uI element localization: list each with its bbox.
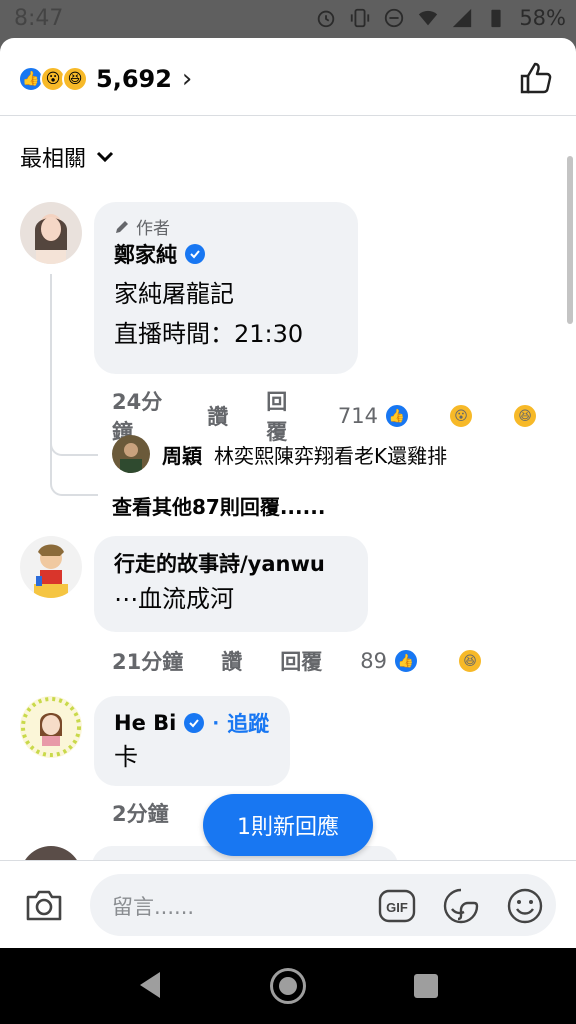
- comment-line: 直播時間：21:30: [114, 320, 304, 348]
- back-icon[interactable]: [136, 970, 162, 1000]
- comment-bubble[interactable]: 作者 鄭家純 家純屠龍記 直播時間：21:30: [94, 202, 358, 374]
- battery-percent: 58%: [519, 6, 566, 30]
- like-reaction-icon: 👍: [384, 403, 410, 429]
- haha-reaction-icon: 😆: [62, 66, 88, 92]
- sort-dropdown[interactable]: 最相關: [20, 141, 114, 173]
- comment-meta: 21分鐘 讚 回覆 89 👍 😆: [112, 646, 521, 676]
- comment-text: 卡: [114, 740, 270, 774]
- comment-line: 家純屠龍記: [114, 280, 234, 308]
- new-replies-button[interactable]: 1則新回應: [203, 794, 373, 856]
- reply-button[interactable]: 回覆: [280, 646, 322, 676]
- gif-icon[interactable]: GIF: [378, 887, 416, 925]
- comment-author[interactable]: He Bi · 追蹤: [114, 708, 270, 738]
- comment-text: 家純屠龍記 直播時間：21:30: [114, 277, 338, 351]
- avatar[interactable]: [20, 696, 82, 758]
- comment-text: ⋯血流成河: [114, 582, 348, 616]
- vibrate-icon: [351, 8, 370, 28]
- reaction-icons[interactable]: 👍 😆: [392, 648, 521, 674]
- sort-label: 最相關: [20, 147, 87, 172]
- chevron-down-icon: [96, 151, 114, 163]
- reaction-icons[interactable]: 👍 😮 😆: [384, 403, 576, 429]
- comment-bubble[interactable]: 行走的故事詩/yanwu ⋯血流成河: [94, 536, 368, 632]
- like-icon[interactable]: [518, 60, 554, 96]
- sticker-icon[interactable]: [442, 887, 480, 925]
- avatar[interactable]: [112, 435, 150, 473]
- like-button[interactable]: 讚: [221, 646, 242, 676]
- signal-icon: [453, 8, 472, 28]
- wow-reaction-icon: 😮: [448, 403, 474, 429]
- like-reaction-icon: 👍: [392, 648, 419, 674]
- reply-author[interactable]: 周穎: [162, 440, 202, 469]
- comment-bubble[interactable]: He Bi · 追蹤 卡: [94, 696, 290, 786]
- comments-sheet: 👍 😮 😆 5,692 › 最相關 作者 鄭家純 家純屠龍記 直播時間：21:3…: [0, 38, 576, 948]
- thread-connector: [50, 454, 98, 496]
- chevron-right-icon: ›: [181, 64, 193, 94]
- author-tag-label: 作者: [136, 219, 170, 239]
- verified-icon: [185, 244, 205, 264]
- reaction-count[interactable]: 714: [338, 404, 378, 428]
- haha-reaction-icon: 😆: [512, 403, 538, 429]
- emoji-icon[interactable]: [506, 887, 544, 925]
- comment-time[interactable]: 21分鐘: [112, 646, 183, 676]
- reaction-count[interactable]: 89: [360, 649, 387, 673]
- comment-author[interactable]: 行走的故事詩/yanwu: [114, 548, 348, 578]
- comment-author-name[interactable]: 鄭家純: [114, 239, 177, 269]
- reply-text: 林奕熙陳弈翔看老K還雞排: [214, 443, 448, 468]
- system-navbar: [0, 948, 576, 1024]
- reaction-count: 5,692: [96, 65, 172, 93]
- follow-button[interactable]: 追蹤: [227, 708, 269, 738]
- comment-placeholder: 留言......: [112, 895, 195, 919]
- haha-reaction-icon: 😆: [456, 648, 483, 674]
- comment-time[interactable]: 2分鐘: [112, 798, 169, 828]
- view-more-replies[interactable]: 查看其他87則回覆......: [112, 491, 325, 520]
- status-bar: 8:47 58%: [0, 0, 576, 40]
- camera-icon[interactable]: [24, 887, 64, 923]
- dnd-icon: [385, 8, 404, 28]
- avatar[interactable]: [20, 202, 82, 264]
- comment-author-name[interactable]: He Bi: [114, 711, 176, 735]
- thread-connector: [50, 418, 98, 456]
- scrollbar[interactable]: [567, 156, 573, 324]
- like-button[interactable]: 讚: [207, 401, 228, 431]
- comment-line: 卡: [114, 743, 138, 771]
- comment-meta: 2分鐘: [112, 798, 207, 828]
- svg-text:GIF: GIF: [386, 900, 408, 915]
- status-time: 8:47: [14, 6, 64, 31]
- comment-composer: 留言...... GIF: [0, 860, 576, 948]
- comment-input[interactable]: 留言...... GIF: [90, 874, 556, 936]
- separator-dot: ·: [212, 712, 220, 734]
- home-icon[interactable]: [270, 968, 306, 1004]
- reactions-header: 👍 😮 😆 5,692 ›: [0, 38, 576, 116]
- avatar[interactable]: [20, 536, 82, 598]
- status-icons: 58%: [315, 6, 566, 30]
- alarm-icon: [318, 10, 335, 28]
- reaction-summary[interactable]: 👍 😮 😆 5,692 ›: [18, 64, 192, 94]
- wifi-icon: [419, 10, 438, 26]
- comment-author[interactable]: 鄭家純: [114, 239, 338, 269]
- pencil-icon: [116, 220, 128, 233]
- reply-preview[interactable]: 周穎 林奕熙陳弈翔看老K還雞排: [112, 435, 447, 473]
- comment-author-name[interactable]: 行走的故事詩/yanwu: [114, 548, 325, 578]
- verified-icon: [184, 713, 205, 733]
- author-tag: 作者: [114, 214, 338, 239]
- battery-icon: [491, 9, 501, 28]
- recents-icon[interactable]: [414, 974, 438, 998]
- comment-line: ⋯血流成河: [114, 585, 234, 613]
